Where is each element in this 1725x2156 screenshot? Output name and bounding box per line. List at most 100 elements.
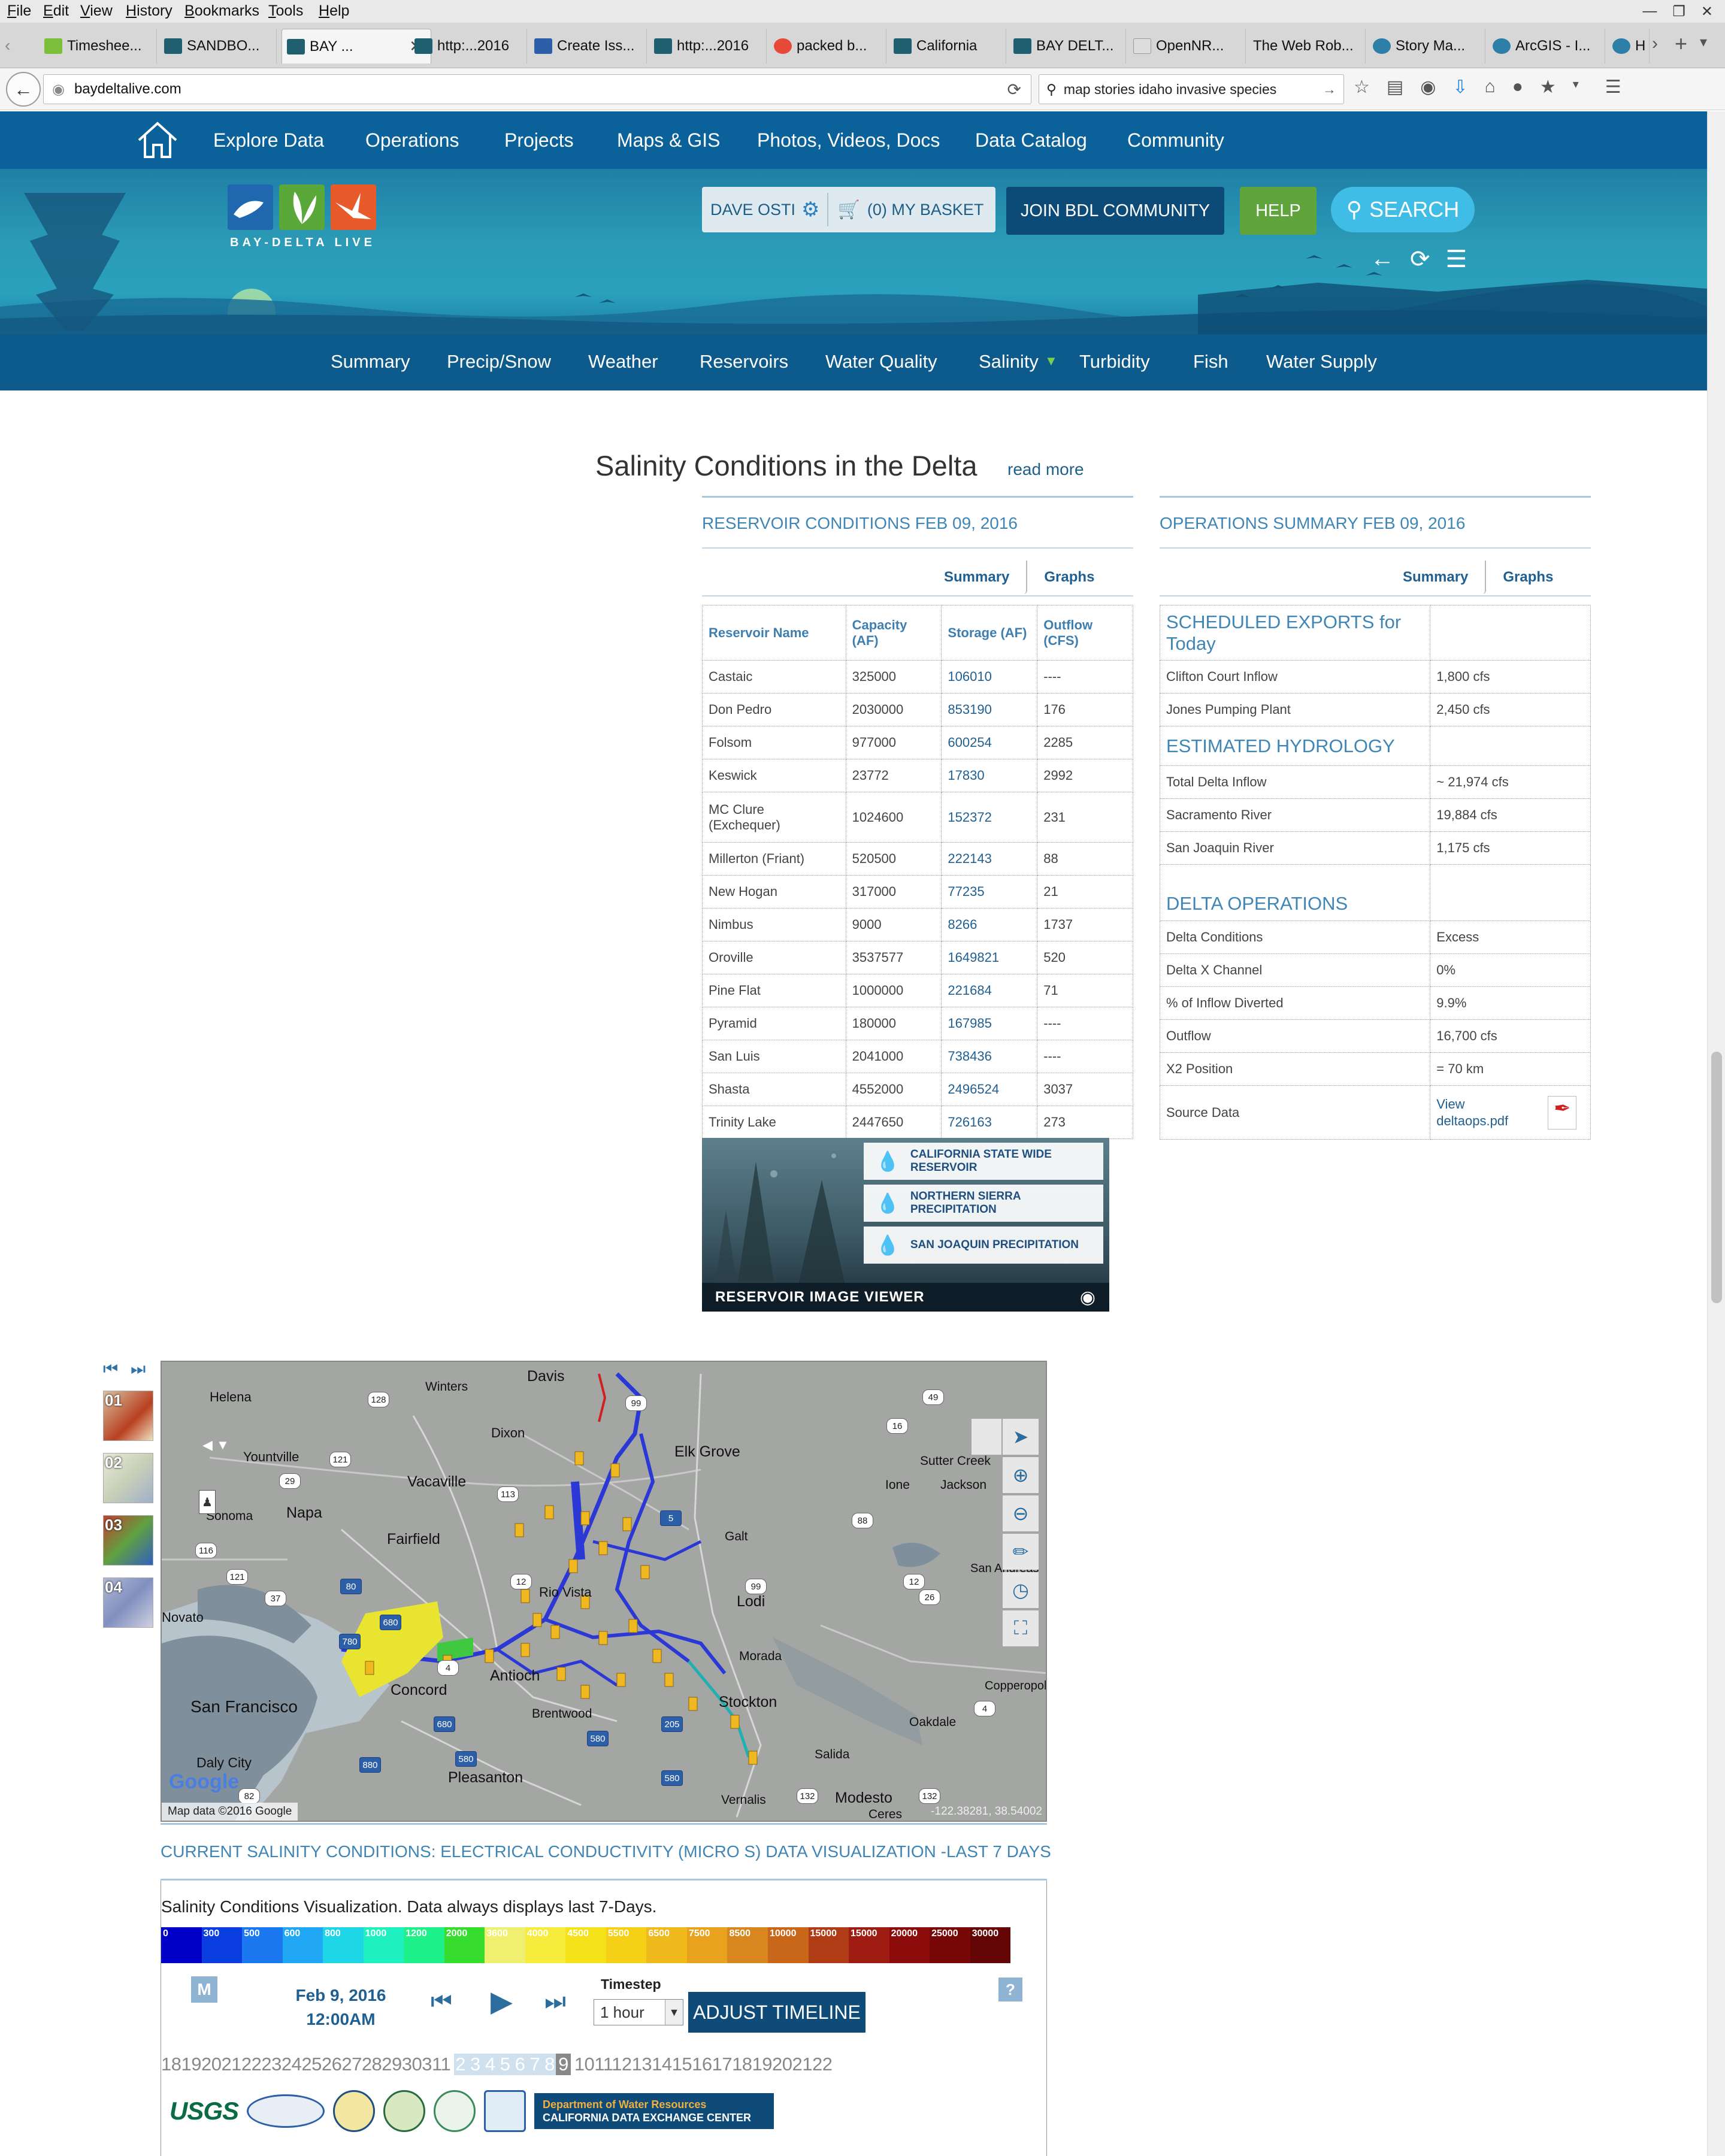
tab-operations-summary[interactable]: Summary <box>1386 561 1487 594</box>
menu-edit[interactable]: Edit <box>43 2 69 20</box>
chat-icon[interactable]: ● <box>1512 77 1523 98</box>
measure-ruler-icon[interactable]: ✏ <box>1003 1534 1039 1570</box>
bookmark-star-icon[interactable]: ☆ <box>1354 77 1370 98</box>
close-window-icon[interactable]: ✕ <box>1701 3 1713 20</box>
tab-scroll-right-icon[interactable]: › <box>1652 34 1658 54</box>
subnav-precip-snow[interactable]: Precip/Snow <box>447 351 551 373</box>
reservoir-image-viewer[interactable]: 💧 CALIFORNIA STATE WIDE RESERVOIR 💧 NORT… <box>702 1138 1109 1312</box>
storage-link[interactable]: 8266 <box>941 908 1038 941</box>
subnav-turbidity[interactable]: Turbidity <box>1079 351 1150 373</box>
browser-tab[interactable]: California <box>889 29 1006 63</box>
storage-link[interactable]: 222143 <box>941 842 1038 876</box>
tab-scroll-left-icon[interactable]: ‹ <box>5 36 10 55</box>
list-icon[interactable]: ☰ <box>1446 246 1467 273</box>
viewer-item-san-joaquin[interactable]: 💧 SAN JOAQUIN PRECIPITATION <box>864 1227 1103 1264</box>
subnav-water-quality[interactable]: Water Quality <box>825 351 937 373</box>
browser-tab[interactable]: Story Ma... <box>1368 29 1485 63</box>
subnav-weather[interactable]: Weather <box>588 351 658 373</box>
browser-tab[interactable]: SANDBO... <box>159 29 277 63</box>
nav-explore-data[interactable]: Explore Data <box>213 129 324 152</box>
menu-history[interactable]: History <box>126 2 172 20</box>
browser-tab[interactable]: ArcGIS - I... <box>1488 29 1605 63</box>
nav-community[interactable]: Community <box>1127 129 1224 152</box>
storage-link[interactable]: 17830 <box>941 759 1038 792</box>
browser-tab[interactable]: Timeshee... <box>40 29 157 63</box>
subnav-summary[interactable]: Summary <box>331 351 410 373</box>
home-icon[interactable]: ⌂ <box>1485 77 1496 98</box>
viewer-item-statewide[interactable]: 💧 CALIFORNIA STATE WIDE RESERVOIR <box>864 1143 1103 1180</box>
reading-list-icon[interactable]: ▤ <box>1387 77 1403 98</box>
storage-link[interactable]: 152372 <box>941 792 1038 843</box>
storage-link[interactable]: 77235 <box>941 875 1038 909</box>
fullscreen-icon[interactable]: ⛶ <box>1003 1610 1039 1646</box>
browser-tab[interactable]: http:...2016 <box>410 29 527 63</box>
adjust-timeline-button[interactable]: ADJUST TIMELINE <box>688 1992 865 2033</box>
restore-icon[interactable]: ❐ <box>1672 3 1685 20</box>
dropdown-icon[interactable]: ▾ <box>1573 77 1579 98</box>
map-thumbnail-3[interactable]: 03 <box>103 1515 153 1565</box>
browser-tab-active[interactable]: BAY ...✕ <box>282 29 431 63</box>
menu-bookmarks[interactable]: Bookmarks <box>184 2 259 20</box>
timestep-select[interactable]: 1 hour ▼ <box>594 1999 683 2025</box>
storage-link[interactable]: 221684 <box>941 974 1038 1007</box>
browser-tab[interactable]: BAY DELT... <box>1009 29 1126 63</box>
chevron-down-icon[interactable]: ▼ <box>1045 353 1058 369</box>
back-arrow-icon[interactable]: ← <box>1370 246 1394 273</box>
refresh-icon[interactable]: ⟳ <box>1410 246 1430 273</box>
zoom-out-icon[interactable]: ⊖ <box>1003 1495 1039 1531</box>
hamburger-menu-icon[interactable]: ☰ <box>1605 77 1621 98</box>
deltaops-pdf-link[interactable]: View deltaops.pdf <box>1436 1096 1526 1130</box>
nav-operations[interactable]: Operations <box>365 129 459 152</box>
storage-link[interactable]: 738436 <box>941 1040 1038 1073</box>
step-forward-icon[interactable]: ⏭ <box>544 1988 566 2015</box>
zoom-in-icon[interactable]: ⊕ <box>1003 1457 1039 1493</box>
play-icon[interactable]: ▶ <box>491 1985 513 2018</box>
storage-link[interactable]: 2496524 <box>941 1073 1038 1106</box>
scrollbar-thumb[interactable] <box>1711 1052 1722 1303</box>
back-button[interactable]: ← <box>6 72 41 107</box>
read-more-link[interactable]: read more <box>1007 460 1084 479</box>
subnav-salinity[interactable]: Salinity <box>979 351 1039 373</box>
home-icon[interactable] <box>137 120 178 163</box>
select-arrow-icon[interactable]: ➤ <box>1003 1419 1039 1455</box>
user-name[interactable]: DAVE OSTI <box>710 201 795 219</box>
subnav-fish[interactable]: Fish <box>1193 351 1228 373</box>
step-back-icon[interactable]: ⏮ <box>431 1988 452 2015</box>
salinity-map[interactable]: Davis Winters Helena Dixon Elk Grove You… <box>161 1361 1047 1822</box>
download-icon[interactable]: ⇩ <box>1452 77 1467 98</box>
browser-search-input[interactable]: ⚲ map stories idaho invasive species → <box>1039 74 1344 104</box>
pegman-icon[interactable]: ♟ <box>199 1490 216 1514</box>
map-thumbnail-2[interactable]: 02 <box>103 1453 153 1503</box>
skip-last-icon[interactable]: ⏭ <box>131 1359 146 1379</box>
map-thumbnail-1[interactable]: 01 <box>103 1391 153 1441</box>
eye-icon[interactable]: ◉ <box>1080 1287 1096 1308</box>
storage-link[interactable]: 106010 <box>941 660 1038 694</box>
tab-list-icon[interactable]: ▾ <box>1700 34 1707 51</box>
browser-tab[interactable]: H <box>1608 29 1650 63</box>
subnav-water-supply[interactable]: Water Supply <box>1266 351 1377 373</box>
viewer-item-northern-sierra[interactable]: 💧 NORTHERN SIERRA PRECIPITATION <box>864 1185 1103 1222</box>
basket-icon[interactable]: 🛒 <box>838 199 860 220</box>
page-scrollbar[interactable] <box>1707 111 1725 2156</box>
tab-reservoir-summary[interactable]: Summary <box>927 561 1028 594</box>
clock-icon[interactable]: ◷ <box>1003 1572 1039 1608</box>
nav-data-catalog[interactable]: Data Catalog <box>975 129 1087 152</box>
tab-operations-graphs[interactable]: Graphs <box>1486 561 1570 594</box>
timeline-day-strip[interactable]: 18192021222324252627282930311 2 3 4 5 6 … <box>161 2049 1048 2079</box>
mode-button[interactable]: M <box>191 1976 217 2003</box>
extension-icon[interactable]: ★ <box>1540 77 1556 98</box>
nav-projects[interactable]: Projects <box>504 129 574 152</box>
storage-link[interactable]: 853190 <box>941 693 1038 726</box>
skip-first-icon[interactable]: ⏮ <box>103 1359 118 1379</box>
gear-icon[interactable]: ⚙ <box>801 198 819 222</box>
minimize-icon[interactable]: — <box>1642 3 1657 20</box>
pdf-icon[interactable]: ✒ <box>1548 1095 1577 1130</box>
storage-link[interactable]: 600254 <box>941 726 1038 759</box>
help-button[interactable]: HELP <box>1240 187 1317 235</box>
menu-help[interactable]: Help <box>319 2 349 20</box>
my-basket-link[interactable]: (0) MY BASKET <box>867 201 984 219</box>
menu-file[interactable]: File <box>7 2 31 20</box>
help-question-button[interactable]: ? <box>998 1978 1022 2001</box>
join-community-button[interactable]: JOIN BDL COMMUNITY <box>1006 187 1224 235</box>
storage-link[interactable]: 726163 <box>941 1106 1038 1139</box>
